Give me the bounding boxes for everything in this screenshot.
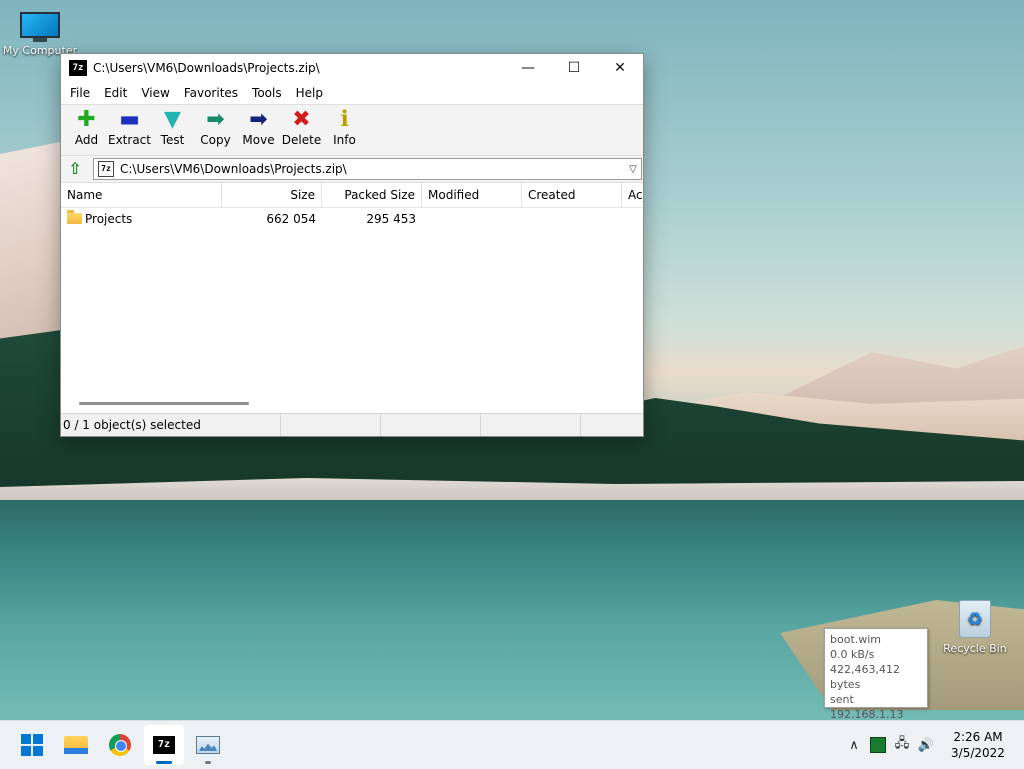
menu-file[interactable]: File [63,86,97,100]
path-combobox[interactable]: 7z C:\Users\VM6\Downloads\Projects.zip\ … [93,158,642,180]
check-icon: ▼ [164,107,181,132]
chevron-up-icon[interactable]: ∧ [842,733,866,757]
toolbar-test-button[interactable]: ▼ Test [151,105,194,155]
7zip-icon: 7z [153,736,175,754]
column-header-size[interactable]: Size [222,183,322,207]
toolbar-extract-button[interactable]: ▬ Extract [108,105,151,155]
toolbar: ✚ Add ▬ Extract ▼ Test ➡ Copy ➡ Move ✖ Delete ℹ Info [61,104,643,156]
horizontal-scrollbar[interactable] [79,402,249,405]
maximize-button[interactable]: ☐ [551,54,597,82]
column-header-created[interactable]: Created [522,183,622,207]
tooltip-line: 422,463,412 bytes [830,663,900,691]
toolbar-move-button[interactable]: ➡ Move [237,105,280,155]
close-button[interactable]: ✕ [597,54,643,82]
toolbar-button-label: Test [160,133,185,147]
monitor-icon [20,12,60,42]
column-header-modified[interactable]: Modified [422,183,522,207]
menu-view[interactable]: View [134,86,176,100]
monitor-chart-icon [196,736,220,754]
list-header: Name Size Packed Size Modified Created A… [61,183,643,208]
network-tooltip: boot.wim 0.0 kB/s 422,463,412 bytes sent… [824,628,928,721]
7zip-app-icon: 7z [69,60,87,76]
archive-icon: 7z [98,161,114,177]
menu-tools[interactable]: Tools [245,86,289,100]
toolbar-button-label: Copy [200,133,231,147]
file-list[interactable]: Name Size Packed Size Modified Created A… [61,182,643,413]
clock-time: 2:26 AM [953,730,1003,744]
recycle-bin-icon: ♻ [959,600,991,638]
file-name: Projects [85,212,133,226]
windows-start-icon [21,734,43,756]
status-date [481,414,581,436]
address-bar: ⇧ 7z C:\Users\VM6\Downloads\Projects.zip… [61,156,643,182]
delete-x-icon: ✖ [292,107,311,132]
desktop-icon-label: Recycle Bin [943,642,1007,655]
taskbar: 7z ∧ 🖧 🔊 2:26 AM 3/5/2022 [0,720,1024,769]
toolbar-button-label: Move [242,133,275,147]
column-header-name[interactable]: Name [61,183,222,207]
taskbar-7zip[interactable]: 7z [144,725,184,765]
cell-packed-size: 295 453 [366,212,416,226]
title-bar[interactable]: 7z C:\Users\VM6\Downloads\Projects.zip\ … [61,54,643,82]
cell-size: 662 054 [266,212,316,226]
tooltip-line: boot.wim [830,633,882,646]
network-icon[interactable]: 🖧 [890,733,914,757]
toolbar-button-label: Extract [108,133,151,147]
toolbar-button-label: Delete [281,133,322,147]
menu-help[interactable]: Help [289,86,330,100]
path-text: C:\Users\VM6\Downloads\Projects.zip\ [120,162,347,176]
tooltip-line: 0.0 kB/s [830,648,875,661]
tray-7zip-icon[interactable] [866,733,890,757]
info-icon: ℹ [340,107,349,132]
column-header-accessed[interactable]: Ac [622,183,643,207]
status-size [281,414,381,436]
cell-modified [422,208,522,230]
taskbar-file-explorer[interactable] [56,725,96,765]
menu-bar: File Edit View Favorites Tools Help [61,82,643,104]
toolbar-add-button[interactable]: ✚ Add [65,105,108,155]
status-selection: 0 / 1 object(s) selected [61,414,281,436]
move-arrow-icon: ➡ [249,107,268,132]
toolbar-copy-button[interactable]: ➡ Copy [194,105,237,155]
taskbar-chrome[interactable] [100,725,140,765]
minimize-button[interactable]: — [505,54,551,82]
copy-arrow-icon: ➡ [206,107,225,132]
desktop-icon-recycle-bin[interactable]: ♻ Recycle Bin [935,600,1015,655]
start-button[interactable] [12,725,52,765]
chrome-icon [109,734,131,756]
toolbar-button-label: Add [74,133,99,147]
clock[interactable]: 2:26 AM 3/5/2022 [938,729,1018,761]
menu-favorites[interactable]: Favorites [177,86,245,100]
toolbar-button-label: Info [333,133,356,147]
volume-icon[interactable]: 🔊 [914,733,938,757]
system-tray: ∧ 🖧 🔊 2:26 AM 3/5/2022 [842,721,1024,769]
desktop-icon-my-computer[interactable]: My Computer [0,12,80,57]
menu-edit[interactable]: Edit [97,86,134,100]
table-row[interactable]: Projects 662 054 295 453 [61,208,643,230]
taskbar-resource-monitor[interactable] [188,725,228,765]
folder-icon [67,210,82,224]
toolbar-info-button[interactable]: ℹ Info [323,105,366,155]
clock-date: 3/5/2022 [951,746,1005,760]
toolbar-delete-button[interactable]: ✖ Delete [280,105,323,155]
folder-icon [64,736,88,754]
status-bar: 0 / 1 object(s) selected [61,413,643,436]
folder-up-icon[interactable]: ⇧ [65,159,85,179]
minus-icon: ▬ [119,107,140,132]
status-packed [381,414,481,436]
tooltip-line: sent [830,693,854,706]
7zip-file-manager-window: 7z C:\Users\VM6\Downloads\Projects.zip\ … [60,53,644,437]
column-header-packed-size[interactable]: Packed Size [322,183,422,207]
chevron-down-icon[interactable]: ▽ [625,164,641,175]
cell-created [522,208,622,230]
window-title: C:\Users\VM6\Downloads\Projects.zip\ [93,61,320,75]
plus-icon: ✚ [77,107,96,132]
cell-name: Projects [61,208,222,230]
